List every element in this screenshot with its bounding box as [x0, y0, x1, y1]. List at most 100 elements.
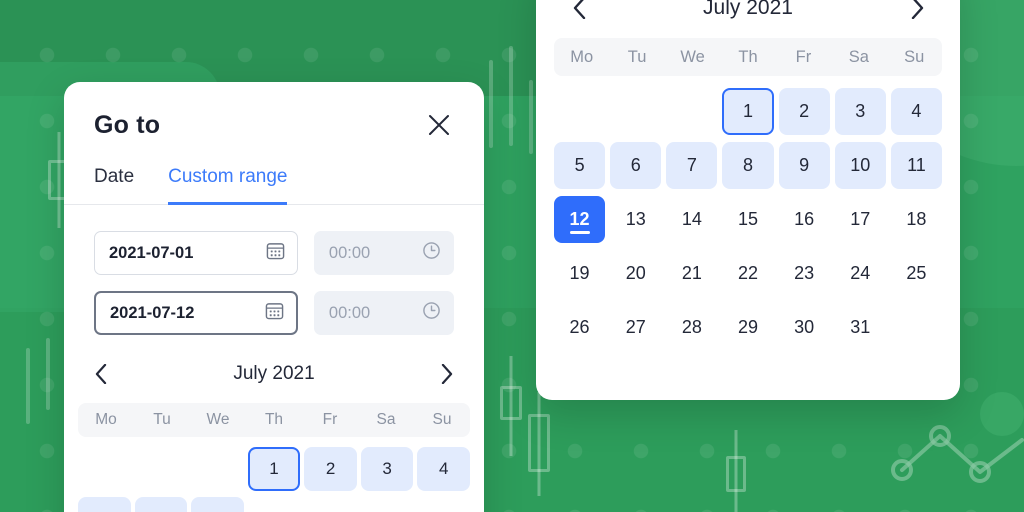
calendar-day-28[interactable]: 28 — [666, 304, 717, 351]
calendar-day-empty — [666, 88, 717, 135]
calendar-day-22[interactable]: 22 — [722, 250, 773, 297]
calendar-day-30[interactable]: 30 — [779, 304, 830, 351]
calendar-day-31[interactable]: 31 — [835, 304, 886, 351]
calendar-day-26[interactable]: 26 — [554, 304, 605, 351]
calendar-day-13[interactable]: 13 — [610, 196, 661, 243]
calendar-day-3[interactable]: 3 — [360, 447, 414, 491]
calendar-day-8[interactable]: 8 — [722, 142, 774, 189]
calendar-day-24[interactable]: 24 — [835, 250, 886, 297]
calendar-day-27[interactable]: 27 — [610, 304, 661, 351]
calendar-day-empty — [78, 447, 131, 491]
tick-mark-icon — [26, 348, 30, 424]
tick-mark-icon — [489, 60, 493, 148]
start-time-placeholder: 00:00 — [328, 243, 371, 262]
weekday-label: Sa — [848, 47, 869, 66]
weekday-label: Sa — [376, 411, 396, 428]
calendar-day-19[interactable]: 19 — [554, 250, 605, 297]
clock-icon[interactable] — [422, 241, 441, 265]
calendar-day-empty — [554, 88, 605, 135]
calendar-day-6[interactable]: 6 — [134, 497, 188, 512]
chevron-right-icon[interactable] — [902, 0, 932, 23]
end-date-value: 2021-07-12 — [110, 303, 195, 322]
calendar-day-25[interactable]: 25 — [891, 250, 942, 297]
dialog-calendar-month-label: July 2021 — [233, 363, 315, 384]
tab-date[interactable]: Date — [94, 166, 134, 205]
calendar-day-6[interactable]: 6 — [610, 142, 662, 189]
calendar-icon[interactable] — [266, 241, 285, 265]
calendar-day-29[interactable]: 29 — [722, 304, 773, 351]
tick-mark-icon — [529, 80, 533, 154]
weekday-label: Su — [904, 47, 925, 66]
calendar-day-17[interactable]: 17 — [835, 196, 886, 243]
start-time-input[interactable]: 00:00 — [313, 231, 454, 275]
weekday-label: Fr — [322, 411, 338, 428]
calendar-day-20[interactable]: 20 — [610, 250, 661, 297]
calendar-day-12[interactable]: 12 — [554, 196, 606, 243]
chevron-left-icon[interactable] — [86, 359, 116, 389]
end-time-placeholder: 00:00 — [328, 303, 371, 322]
tick-mark-icon — [509, 46, 513, 146]
calendar-day-21[interactable]: 21 — [666, 250, 717, 297]
end-time-input[interactable]: 00:00 — [313, 291, 454, 335]
calendar-month-label: July 2021 — [703, 0, 793, 19]
dialog-header: Go to — [64, 82, 484, 140]
candlestick-icon — [500, 356, 522, 456]
start-date-input[interactable]: 2021-07-01 — [94, 231, 298, 275]
dialog-calendar-day-grid: 1234 567 — [64, 437, 484, 512]
weekday-label: Tu — [153, 411, 171, 428]
calendar-day-11[interactable]: 11 — [890, 142, 942, 189]
calendar-day-4[interactable]: 4 — [890, 88, 942, 135]
range-end-row: 2021-07-12 00:00 — [94, 291, 454, 335]
weekday-label: Th — [738, 47, 758, 66]
weekday-label: Th — [264, 411, 284, 428]
calendar-day-18[interactable]: 18 — [891, 196, 942, 243]
close-icon[interactable] — [424, 110, 454, 140]
calendar-day-empty — [135, 447, 188, 491]
dialog-calendar-weekday-header: Mo Tu We Th Fr Sa Su — [78, 403, 470, 437]
calendar-day-15[interactable]: 15 — [722, 196, 773, 243]
calendar-weekday-header: Mo Tu We Th Fr Sa Su — [554, 38, 942, 76]
start-date-value: 2021-07-01 — [109, 243, 194, 262]
goto-dialog: Go to Date Custom range 2021-07-01 00:00… — [64, 82, 484, 512]
calendar-day-1[interactable]: 1 — [247, 447, 301, 491]
calendar-day-10[interactable]: 10 — [834, 142, 886, 189]
calendar-day-4[interactable]: 4 — [417, 447, 470, 491]
range-calendar-panel: July 2021 Mo Tu We Th Fr Sa Su 1 2 3 4 5 6 7 8 9 10 11 12… — [536, 0, 960, 400]
weekday-label: We — [206, 411, 230, 428]
weekday-label: We — [680, 47, 705, 66]
calendar-day-1[interactable]: 1 — [722, 88, 774, 135]
dialog-tabs: Date Custom range — [64, 166, 484, 205]
page-title: Go to — [94, 110, 161, 139]
weekday-label: Mo — [570, 47, 594, 66]
screenshot-canvas: July 2021 Mo Tu We Th Fr Sa Su 1 2 3 4 5 6 7 8 9 10 11 12… — [0, 0, 1024, 512]
dialog-calendar-navigation: July 2021 — [64, 351, 484, 397]
tick-mark-icon — [46, 338, 50, 410]
calendar-day-2[interactable]: 2 — [304, 447, 357, 491]
calendar-day-7[interactable]: 7 — [666, 142, 718, 189]
calendar-day-16[interactable]: 16 — [779, 196, 830, 243]
tab-custom-range[interactable]: Custom range — [168, 166, 288, 205]
calendar-day-9[interactable]: 9 — [778, 142, 830, 189]
calendar-day-14[interactable]: 14 — [666, 196, 717, 243]
chevron-right-icon[interactable] — [432, 359, 462, 389]
calendar-day-empty — [191, 447, 244, 491]
chevron-left-icon[interactable] — [564, 0, 594, 23]
calendar-day-7[interactable]: 7 — [191, 497, 244, 512]
clock-icon[interactable] — [422, 301, 441, 325]
calendar-day-empty — [610, 88, 661, 135]
calendar-day-23[interactable]: 23 — [779, 250, 830, 297]
line-chart-icon — [891, 425, 1024, 483]
calendar-day-grid: 1 2 3 4 5 6 7 8 9 10 11 12 13 14 15 16 17 18 19 20 21 22 23 24 2… — [536, 76, 960, 351]
range-start-row: 2021-07-01 00:00 — [94, 231, 454, 275]
calendar-day-3[interactable]: 3 — [834, 88, 886, 135]
end-date-input[interactable]: 2021-07-12 — [94, 291, 298, 335]
candlestick-icon — [726, 430, 746, 512]
candlestick-icon — [528, 392, 550, 496]
weekday-label: Mo — [95, 411, 117, 428]
calendar-icon[interactable] — [265, 301, 284, 325]
calendar-day-2[interactable]: 2 — [778, 88, 830, 135]
weekday-label: Su — [432, 411, 452, 428]
calendar-day-5[interactable]: 5 — [554, 142, 606, 189]
date-range-fields: 2021-07-01 00:00 2021-07-12 00:00 — [64, 205, 484, 335]
calendar-day-5[interactable]: 5 — [78, 497, 131, 512]
